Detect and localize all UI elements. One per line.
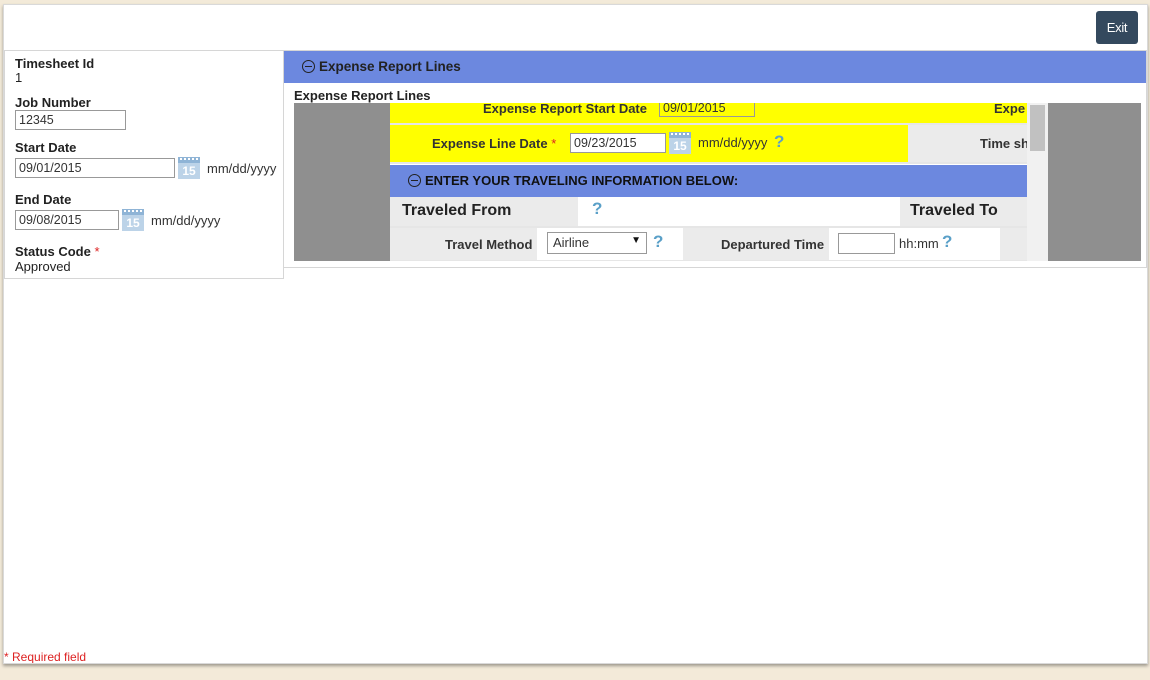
expense-line-date-row: Expense Line Date * 15 mm/dd/yyyy ? (390, 125, 908, 162)
travel-method-label: Travel Method (445, 237, 533, 252)
start-date-format-hint: mm/dd/yyyy (207, 161, 277, 176)
travel-method-select[interactable]: Airline ▼ (547, 232, 647, 254)
start-date-field[interactable] (15, 158, 175, 178)
timesheet-id-value: 1 (15, 70, 23, 85)
dropdown-arrow-icon: ▼ (631, 235, 641, 246)
report-start-date-field[interactable] (659, 103, 755, 117)
departured-time-field[interactable] (838, 233, 895, 254)
time-format-hint: hh:mm (899, 236, 939, 251)
traveled-to-label: Traveled To (910, 202, 998, 219)
timesheet-id-label: Timesheet Id (15, 56, 95, 71)
help-icon[interactable]: ? (592, 199, 602, 219)
required-field-note: * Required field (4, 650, 87, 664)
line-date-format-hint: mm/dd/yyyy (698, 135, 768, 150)
expense-report-lines-subtitle: Expense Report Lines (294, 88, 431, 103)
help-icon[interactable]: ? (942, 232, 952, 252)
app-window: Exit Timesheet Id 1 Job Number Start Dat… (3, 4, 1148, 664)
calendar-icon[interactable]: 15 (178, 157, 200, 179)
help-icon[interactable]: ? (653, 232, 663, 252)
required-marker: * (94, 244, 100, 259)
job-number-label: Job Number (15, 95, 91, 110)
expense-lines-viewport: Expense Report Start Date Expe Expense L… (294, 103, 1141, 261)
travel-section-header[interactable]: ENTER YOUR TRAVELING INFORMATION BELOW: (390, 165, 1027, 197)
timesheet-summary-panel: Timesheet Id 1 Job Number Start Date 15 … (4, 50, 284, 279)
start-date-label: Start Date (15, 140, 77, 155)
collapse-icon[interactable] (302, 60, 315, 73)
time-sheet-cell: Time sh (908, 125, 1027, 162)
calendar-icon[interactable]: 15 (122, 209, 144, 231)
calendar-day-number: 15 (122, 215, 144, 231)
expense-report-lines-header[interactable]: Expense Report Lines (284, 51, 1146, 83)
traveled-from-label: Traveled From (402, 202, 512, 219)
report-end-date-label-partial: Expe (994, 103, 1026, 116)
report-start-date-label: Expense Report Start Date (483, 103, 647, 116)
calendar-day-number: 15 (178, 163, 200, 179)
vertical-scrollbar[interactable] (1027, 103, 1048, 261)
end-date-field[interactable] (15, 210, 119, 230)
time-sheet-label-partial: Time sh (980, 136, 1027, 151)
exit-button[interactable]: Exit (1096, 11, 1138, 44)
calendar-icon[interactable]: 15 (669, 132, 691, 154)
expense-line-date-field[interactable] (570, 133, 666, 153)
status-code-label: Status Code * (15, 244, 100, 259)
calendar-day-number: 15 (669, 138, 691, 154)
end-date-label: End Date (15, 192, 72, 207)
expense-line-date-label: Expense Line Date * (432, 136, 557, 151)
departured-time-label: Departured Time (721, 237, 825, 252)
expense-report-panel: Expense Report Lines Expense Report Line… (283, 50, 1147, 268)
end-date-format-hint: mm/dd/yyyy (151, 213, 221, 228)
report-dates-row: Expense Report Start Date Expe (390, 103, 1027, 123)
status-code-value: Approved (15, 259, 71, 274)
help-icon[interactable]: ? (774, 132, 784, 152)
scrollbar-thumb[interactable] (1030, 105, 1045, 151)
collapse-icon[interactable] (408, 174, 421, 187)
job-number-field[interactable] (15, 110, 126, 130)
expense-line-form: Expense Report Start Date Expe Expense L… (390, 103, 1027, 261)
